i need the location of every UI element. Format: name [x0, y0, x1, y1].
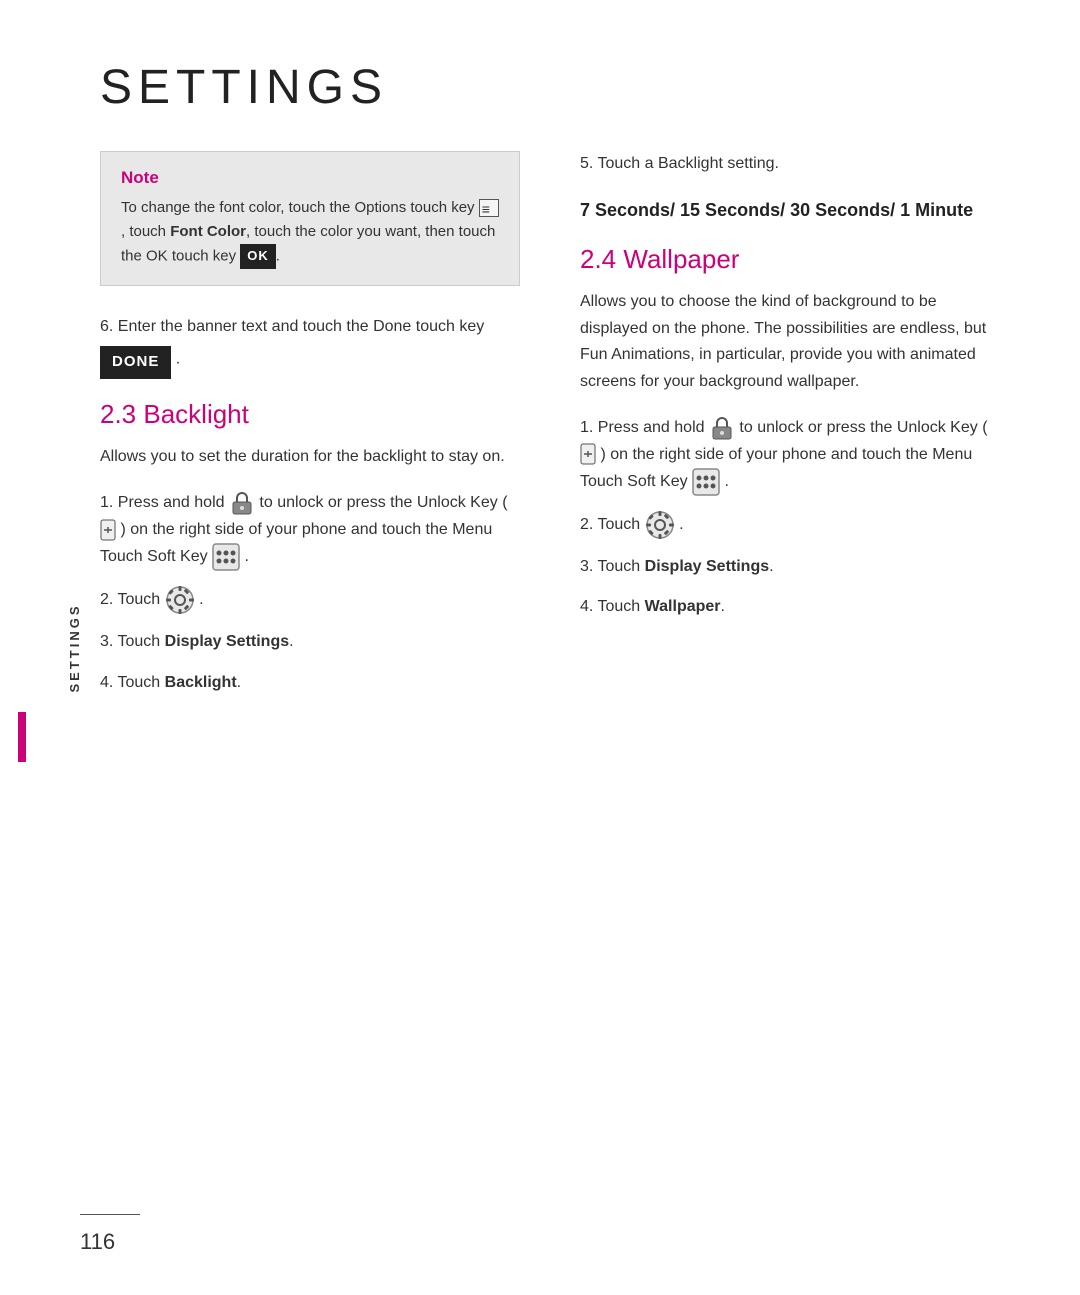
wallpaper-steps: 1. Press and hold to unlock or press the… — [580, 415, 1000, 621]
note-title: Note — [121, 168, 499, 188]
col-right: 5. Touch a Backlight setting. 7 Seconds/… — [580, 151, 1000, 710]
menu-icon — [479, 199, 499, 217]
list-item: 2. Touch . — [580, 510, 1000, 540]
step6-text: 6. Enter the banner text and touch the D… — [100, 314, 520, 379]
menu-dots-icon — [212, 543, 240, 571]
list-item: 3. Touch Display Settings. — [580, 554, 1000, 580]
step5-text: 5. Touch a Backlight setting. — [580, 151, 1000, 177]
settings-icon — [165, 585, 195, 615]
note-text: To change the font color, touch the Opti… — [121, 196, 499, 269]
display-settings-label: Display Settings — [165, 633, 289, 650]
menu-dots-icon-2 — [692, 468, 720, 496]
note-box: Note To change the font color, touch the… — [100, 151, 520, 286]
page-number: 116 — [80, 1229, 115, 1255]
wallpaper-label: Wallpaper — [645, 598, 721, 615]
unlock-key-icon — [100, 519, 116, 541]
page-divider — [80, 1214, 140, 1215]
two-col-layout: Note To change the font color, touch the… — [100, 151, 1000, 710]
list-item: 2. Touch . — [100, 585, 520, 615]
backlight-steps: 1. Press and hold to unlock or press the… — [100, 490, 520, 696]
done-button-icon: DONE — [100, 346, 171, 379]
page-title: SETTINGS — [100, 60, 1000, 115]
list-item: 4. Touch Wallpaper. — [580, 594, 1000, 620]
list-item: 4. Touch Backlight. — [100, 670, 520, 696]
sidebar-accent — [18, 712, 26, 762]
lock-icon-2 — [709, 415, 735, 441]
ok-button-icon: OK — [240, 244, 276, 269]
settings-icon-2 — [645, 510, 675, 540]
list-item: 1. Press and hold to unlock or press the… — [100, 490, 520, 571]
page-container: SETTINGS SETTINGS Note To change the fon… — [0, 0, 1080, 1295]
list-item: 1. Press and hold to unlock or press the… — [580, 415, 1000, 496]
display-settings-label-2: Display Settings — [645, 558, 769, 575]
col-left: Note To change the font color, touch the… — [100, 151, 520, 710]
list-item: 3. Touch Display Settings. — [100, 629, 520, 655]
backlight-label: Backlight — [165, 674, 237, 691]
section-backlight-heading: 2.3 Backlight — [100, 399, 520, 430]
wallpaper-description: Allows you to choose the kind of backgro… — [580, 289, 1000, 395]
unlock-key-icon-2 — [580, 443, 596, 465]
backlight-description: Allows you to set the duration for the b… — [100, 444, 520, 470]
lock-icon — [229, 490, 255, 516]
backlight-times: 7 Seconds/ 15 Seconds/ 30 Seconds/ 1 Min… — [580, 197, 1000, 224]
sidebar-label: SETTINGS — [67, 603, 82, 692]
section-wallpaper-heading: 2.4 Wallpaper — [580, 244, 1000, 275]
font-bold: Font Color — [170, 223, 246, 240]
